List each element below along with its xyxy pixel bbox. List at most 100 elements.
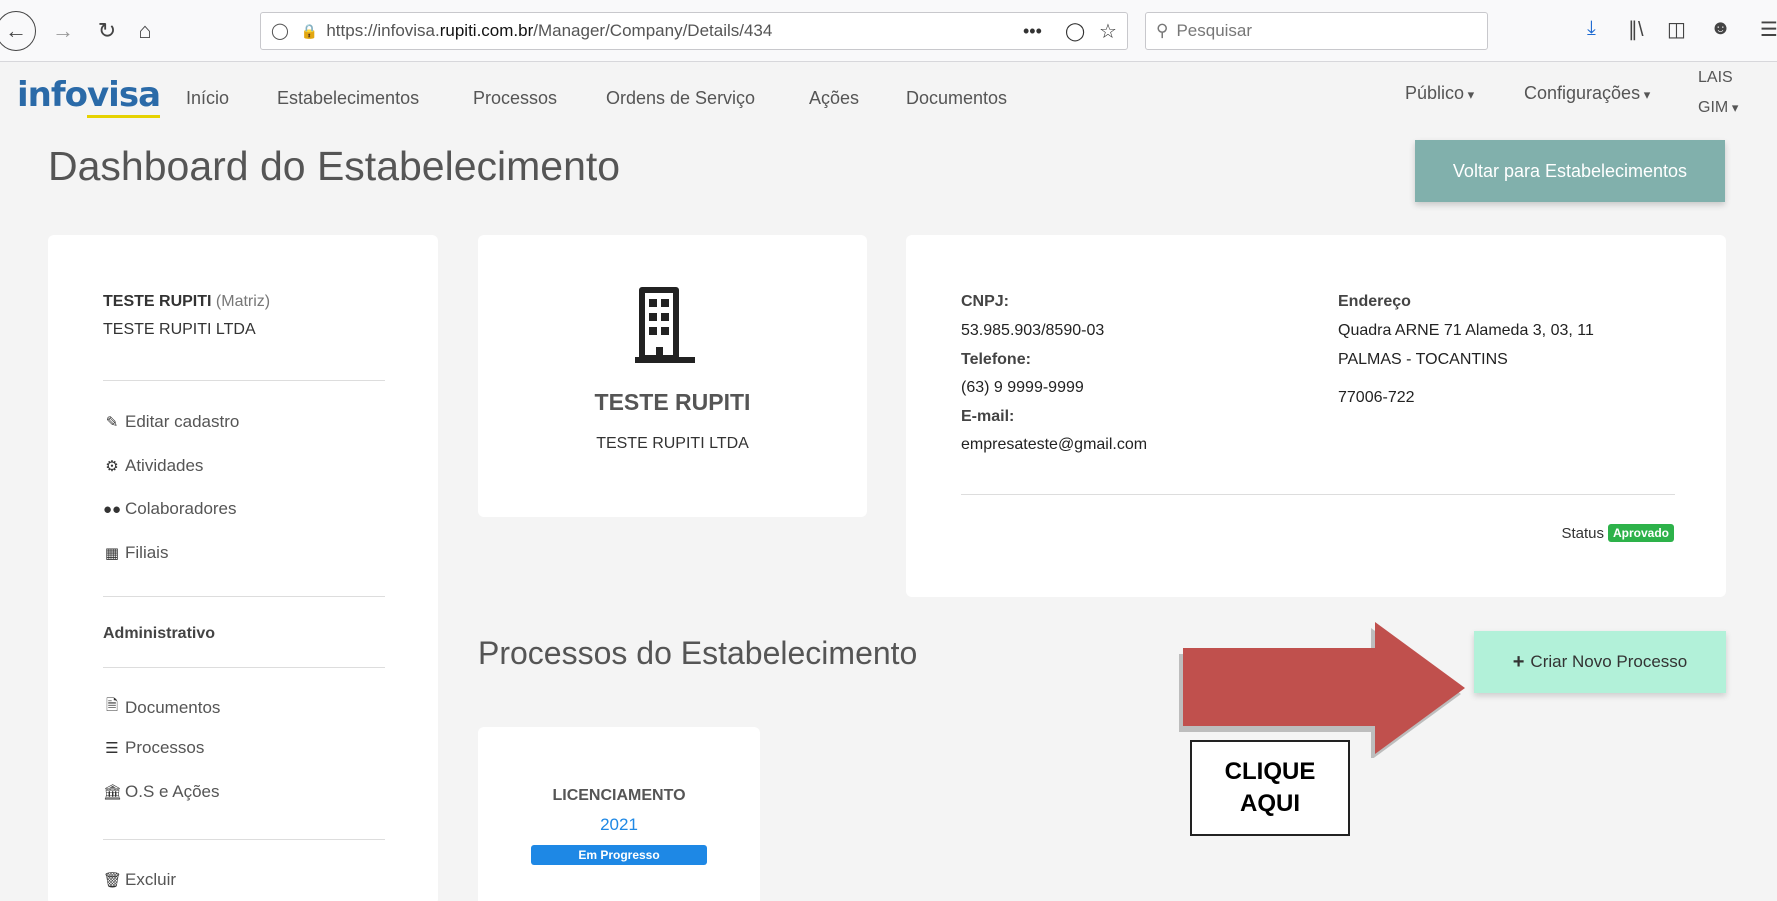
page-actions-icon[interactable]: ••• [1023, 21, 1042, 42]
create-new-process-button[interactable]: + Criar Novo Processo [1474, 631, 1726, 693]
processes-label: Processos [125, 738, 205, 757]
company-legal-name: TESTE RUPITI LTDA [103, 321, 256, 338]
url-path: /Manager/Company/Details/434 [533, 21, 773, 40]
delete-label: Excluir [125, 870, 177, 889]
file-icon: 🗎 [105, 697, 119, 714]
establishment-sidebar-card: TESTE RUPITI (Matriz) TESTE RUPITI LTDA … [48, 235, 438, 901]
search-placeholder: Pesquisar [1176, 21, 1253, 40]
nav-inicio[interactable]: Início [186, 88, 229, 109]
back-arrow-icon[interactable]: ← [0, 11, 36, 51]
branches-label: Filiais [125, 543, 169, 562]
user-name-line2[interactable]: GIM [1698, 99, 1738, 117]
cnpj-value: 53.985.903/8590-03 [961, 322, 1105, 339]
account-icon[interactable]: ☻ [1710, 17, 1731, 40]
plus-icon: + [1512, 650, 1525, 673]
nav-configuracoes-dropdown[interactable]: Configurações [1524, 83, 1650, 104]
address-line1: Quadra ARNE 71 Alameda 3, 03, 11 [1338, 322, 1594, 339]
branches-link[interactable]: ▦ Filiais [103, 543, 169, 563]
cnpj-label: CNPJ: [961, 293, 1010, 310]
company-card-name: TESTE RUPITI [594, 389, 751, 415]
status-label: Status [1561, 524, 1604, 542]
process-year[interactable]: 2021 [478, 815, 760, 835]
activities-label: Atividades [125, 456, 204, 475]
shield-icon: ◯ [271, 23, 289, 40]
download-icon[interactable]: ⤓ [1587, 17, 1596, 40]
phone-label: Telefone: [961, 351, 1031, 368]
company-name: TESTE RUPITI [103, 293, 212, 310]
processes-section-title: Processos do Estabelecimento [478, 635, 918, 671]
company-summary-card: TESTE RUPITI TESTE RUPITI LTDA [478, 235, 867, 517]
logo-part-visa: visa [87, 75, 161, 118]
library-icon[interactable]: ∥\ [1628, 17, 1644, 42]
app-navbar: infovisa Início Estabelecimentos Process… [0, 63, 1777, 131]
search-input[interactable]: ⚲ Pesquisar [1145, 12, 1488, 50]
building-columns-icon: 🏛 [103, 784, 123, 801]
nav-processos[interactable]: Processos [473, 88, 557, 109]
nav-acoes[interactable]: Ações [809, 88, 859, 109]
lock-icon: 🔒 [300, 22, 319, 39]
red-arrow-annotation [1179, 622, 1465, 758]
divider [103, 380, 385, 381]
page-title: Dashboard do Estabelecimento [48, 143, 621, 189]
forward-arrow-icon[interactable]: → [46, 14, 80, 48]
users-icon: ●● [103, 500, 122, 518]
address-label: Endereço [1338, 293, 1411, 310]
bookmark-star-icon[interactable]: ☆ [1099, 19, 1117, 44]
collaborators-link[interactable]: ●● Colaboradores [103, 499, 237, 519]
divider [103, 839, 385, 840]
building-icon [635, 287, 695, 363]
search-icon: ⚲ [1156, 21, 1169, 40]
documents-label: Documentos [125, 697, 221, 717]
status-row: Status Aprovado [1561, 524, 1674, 542]
documents-link[interactable]: 🗎 Documentos [103, 695, 220, 720]
company-card-legal-name: TESTE RUPITI LTDA [596, 435, 749, 452]
callout-line2: AQUI [1239, 790, 1300, 817]
edit-register-link[interactable]: ✎ Editar cadastro [103, 412, 240, 432]
user-name-line1[interactable]: LAIS [1698, 69, 1733, 87]
email-value: empresateste@gmail.com [961, 436, 1148, 453]
address-bar[interactable]: ◯ 🔒 https://infovisa.rupiti.com.br/Manag… [260, 12, 1128, 50]
grid-icon: ▦ [104, 545, 120, 562]
processes-link[interactable]: ☰ Processos [103, 738, 204, 758]
phone-value: (63) 9 9999-9999 [961, 379, 1084, 396]
os-actions-link[interactable]: 🏛 O.S e Ações [103, 782, 220, 802]
url-host: rupiti.com.br [439, 21, 534, 40]
nav-publico-dropdown[interactable]: Público [1405, 83, 1474, 104]
reload-icon[interactable]: ↻ [90, 14, 124, 48]
browser-toolbar: ← → ↻ ⌂ ◯ 🔒 https://infovisa.rupiti.com.… [0, 0, 1777, 62]
status-badge: Aprovado [1607, 524, 1674, 542]
admin-heading: Administrativo [103, 625, 216, 642]
list-icon: ☰ [105, 740, 119, 757]
trash-icon: 🗑 [103, 872, 123, 889]
edit-icon: ✎ [105, 414, 119, 431]
delete-link[interactable]: 🗑 Excluir [103, 870, 176, 890]
os-actions-label: O.S e Ações [125, 782, 220, 801]
divider [103, 667, 385, 668]
sidebar-icon[interactable]: ◫ [1667, 17, 1686, 42]
edit-register-label: Editar cadastro [125, 412, 240, 431]
collaborators-label: Colaboradores [125, 499, 237, 518]
home-icon[interactable]: ⌂ [128, 14, 162, 48]
company-type: (Matriz) [215, 293, 271, 310]
process-status-badge: Em Progresso [531, 845, 707, 865]
infovisa-logo[interactable]: infovisa [17, 75, 161, 118]
nav-documentos[interactable]: Documentos [906, 88, 1007, 109]
address-line2: PALMAS - TOCANTINS [1338, 351, 1508, 368]
nav-estabelecimentos[interactable]: Estabelecimentos [277, 88, 419, 109]
pocket-icon[interactable]: ◯ [1065, 21, 1085, 42]
company-info-card: CNPJ: 53.985.903/8590-03 Telefone: (63) … [906, 235, 1726, 597]
process-card[interactable]: LICENCIAMENTO 2021 Em Progresso [478, 727, 760, 901]
activities-link[interactable]: ⚙ Atividades [103, 456, 203, 476]
create-new-process-label: Criar Novo Processo [1530, 652, 1688, 671]
zip-code: 77006-722 [1338, 389, 1415, 406]
divider [961, 494, 1675, 495]
back-to-establishments-button[interactable]: Voltar para Estabelecimentos [1415, 140, 1725, 202]
people-carry-icon: ⚙ [105, 458, 119, 475]
menu-icon[interactable]: ☰ [1760, 17, 1777, 42]
url-prefix: https://infovisa. [326, 21, 440, 40]
nav-ordens-de-servico[interactable]: Ordens de Serviço [606, 88, 755, 109]
email-label: E-mail: [961, 408, 1015, 425]
divider [103, 596, 385, 597]
process-type: LICENCIAMENTO [552, 787, 686, 804]
click-here-callout: CLIQUE AQUI [1190, 740, 1350, 836]
